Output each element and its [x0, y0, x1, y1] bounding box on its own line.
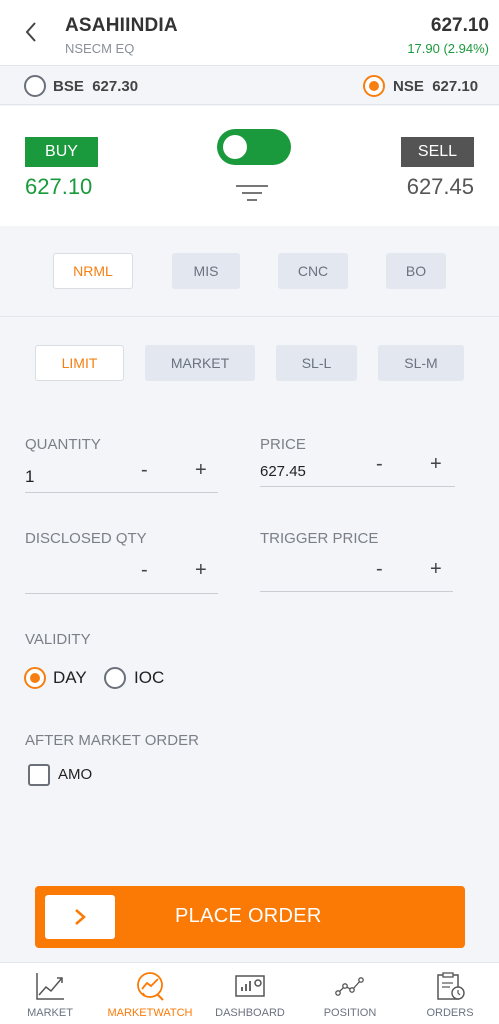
- nav-dashboard-label: DASHBOARD: [215, 1007, 285, 1019]
- after-market-order-label: AFTER MARKET ORDER: [25, 732, 199, 749]
- nav-orders-label: ORDERS: [426, 1007, 474, 1019]
- orders-icon: [437, 972, 465, 1000]
- validity-ioc-label[interactable]: IOC: [134, 668, 164, 688]
- trade-panel: BUY 627.10 SELL 627.45: [0, 106, 499, 226]
- price-label: PRICE: [260, 436, 306, 453]
- sell-label[interactable]: SELL: [401, 137, 474, 167]
- dashboard-icon: [235, 975, 265, 997]
- chart-line-icon: [36, 973, 64, 1000]
- price-input[interactable]: 627.45: [260, 463, 306, 480]
- amo-checkbox-label[interactable]: AMO: [58, 766, 92, 783]
- chevron-right-icon: [75, 909, 86, 925]
- disclosed-qty-plus-button[interactable]: +: [195, 559, 207, 582]
- trigger-price-label: TRIGGER PRICE: [260, 530, 379, 547]
- price-minus-button[interactable]: -: [376, 453, 383, 476]
- quantity-label: QUANTITY: [25, 436, 101, 453]
- product-nrml[interactable]: NRML: [53, 253, 133, 289]
- quantity-minus-button[interactable]: -: [141, 459, 148, 482]
- validity-ioc-radio[interactable]: [104, 667, 126, 689]
- price-underline: [260, 486, 455, 487]
- quantity-input[interactable]: 1: [25, 467, 34, 487]
- trigger-price-minus-button[interactable]: -: [376, 558, 383, 581]
- disclosed-qty-underline: [25, 593, 218, 594]
- header: ASAHIINDIA NSECM EQ 627.10 17.90 (2.94%): [0, 0, 499, 66]
- product-mis[interactable]: MIS: [172, 253, 240, 289]
- bse-label[interactable]: BSE 627.30: [53, 78, 138, 95]
- sell-price: 627.45: [406, 174, 474, 199]
- product-cnc[interactable]: CNC: [278, 253, 348, 289]
- product-bo[interactable]: BO: [386, 253, 446, 289]
- order-type-sl-l[interactable]: SL-L: [276, 345, 357, 381]
- price-change: 17.90 (2.94%): [407, 41, 489, 56]
- back-arrow-icon[interactable]: [22, 20, 42, 44]
- validity-label: VALIDITY: [25, 631, 91, 648]
- validity-day-radio[interactable]: [24, 667, 46, 689]
- disclosed-qty-label: DISCLOSED QTY: [25, 530, 147, 547]
- nav-position-label: POSITION: [323, 1007, 377, 1019]
- validity-day-label[interactable]: DAY: [53, 668, 87, 688]
- nse-radio[interactable]: [363, 75, 385, 97]
- buy-price: 627.10: [25, 174, 93, 199]
- nav-orders[interactable]: ORDERS: [400, 963, 499, 1024]
- nav-market[interactable]: MARKET: [0, 963, 100, 1024]
- disclosed-qty-minus-button[interactable]: -: [141, 559, 148, 582]
- quantity-underline: [25, 492, 218, 493]
- order-type-limit[interactable]: LIMIT: [35, 345, 124, 381]
- toggle-knob: [223, 135, 247, 159]
- last-traded-price: 627.10: [430, 15, 489, 36]
- place-order-button[interactable]: PLACE ORDER: [35, 886, 465, 948]
- quantity-plus-button[interactable]: +: [195, 459, 207, 482]
- nav-marketwatch[interactable]: MARKETWATCH: [100, 963, 200, 1024]
- place-order-arrow-box: [45, 895, 115, 939]
- segment-label: NSECM EQ: [65, 41, 135, 56]
- amo-checkbox[interactable]: [28, 764, 50, 786]
- bottom-navigation: MARKET MARKETWATCH DASHBOARD POSITION OR…: [0, 962, 499, 1024]
- symbol-name: ASAHIINDIA: [65, 15, 178, 36]
- buy-sell-toggle[interactable]: [217, 129, 291, 165]
- divider: [0, 316, 499, 317]
- order-type-sl-m[interactable]: SL-M: [378, 345, 464, 381]
- trigger-price-plus-button[interactable]: +: [430, 558, 442, 581]
- nav-marketwatch-label: MARKETWATCH: [107, 1007, 193, 1019]
- order-type-market[interactable]: MARKET: [145, 345, 255, 381]
- marketwatch-icon: [137, 972, 164, 1001]
- filter-icon[interactable]: [236, 184, 268, 202]
- position-icon: [335, 977, 364, 996]
- nse-label[interactable]: NSE 627.10: [393, 78, 478, 95]
- buy-label[interactable]: BUY: [25, 137, 98, 167]
- trigger-price-underline: [260, 591, 453, 592]
- bse-radio[interactable]: [24, 75, 46, 97]
- nav-position[interactable]: POSITION: [300, 963, 400, 1024]
- nav-dashboard[interactable]: DASHBOARD: [200, 963, 300, 1024]
- price-plus-button[interactable]: +: [430, 453, 442, 476]
- nav-market-label: MARKET: [27, 1007, 73, 1019]
- place-order-label: PLACE ORDER: [175, 905, 322, 927]
- exchange-selector: BSE 627.30 NSE 627.10: [0, 67, 499, 105]
